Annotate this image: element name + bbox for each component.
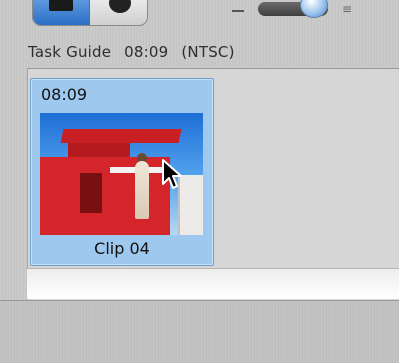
- task-guide-format: (NTSC): [181, 43, 235, 61]
- minus-icon: [232, 10, 244, 12]
- view-mode-segmented-control[interactable]: [32, 0, 148, 26]
- person-figure: [135, 161, 149, 219]
- caboose-roof: [60, 129, 182, 143]
- clip-card[interactable]: 08:09 Clip 04: [30, 78, 214, 266]
- clip-name: Clip 04: [94, 239, 150, 258]
- toolbar-right-glyph-icon: ≡: [342, 2, 353, 16]
- clip-duration: 08:09: [41, 85, 88, 104]
- film-icon: [49, 0, 73, 11]
- task-guide-label: Task Guide: [28, 43, 112, 61]
- camera-icon: [109, 0, 131, 13]
- clip-shelf-lower-area: [27, 268, 399, 299]
- task-guide-title: Task Guide 08:09 (NTSC): [28, 43, 243, 61]
- arrow-cursor-icon: [162, 159, 182, 189]
- caboose-door: [80, 173, 102, 213]
- toolbar: ≡: [0, 0, 399, 28]
- task-guide-duration: 08:09: [124, 43, 169, 61]
- bottom-background: [0, 300, 399, 363]
- clip-view-button[interactable]: [33, 0, 90, 25]
